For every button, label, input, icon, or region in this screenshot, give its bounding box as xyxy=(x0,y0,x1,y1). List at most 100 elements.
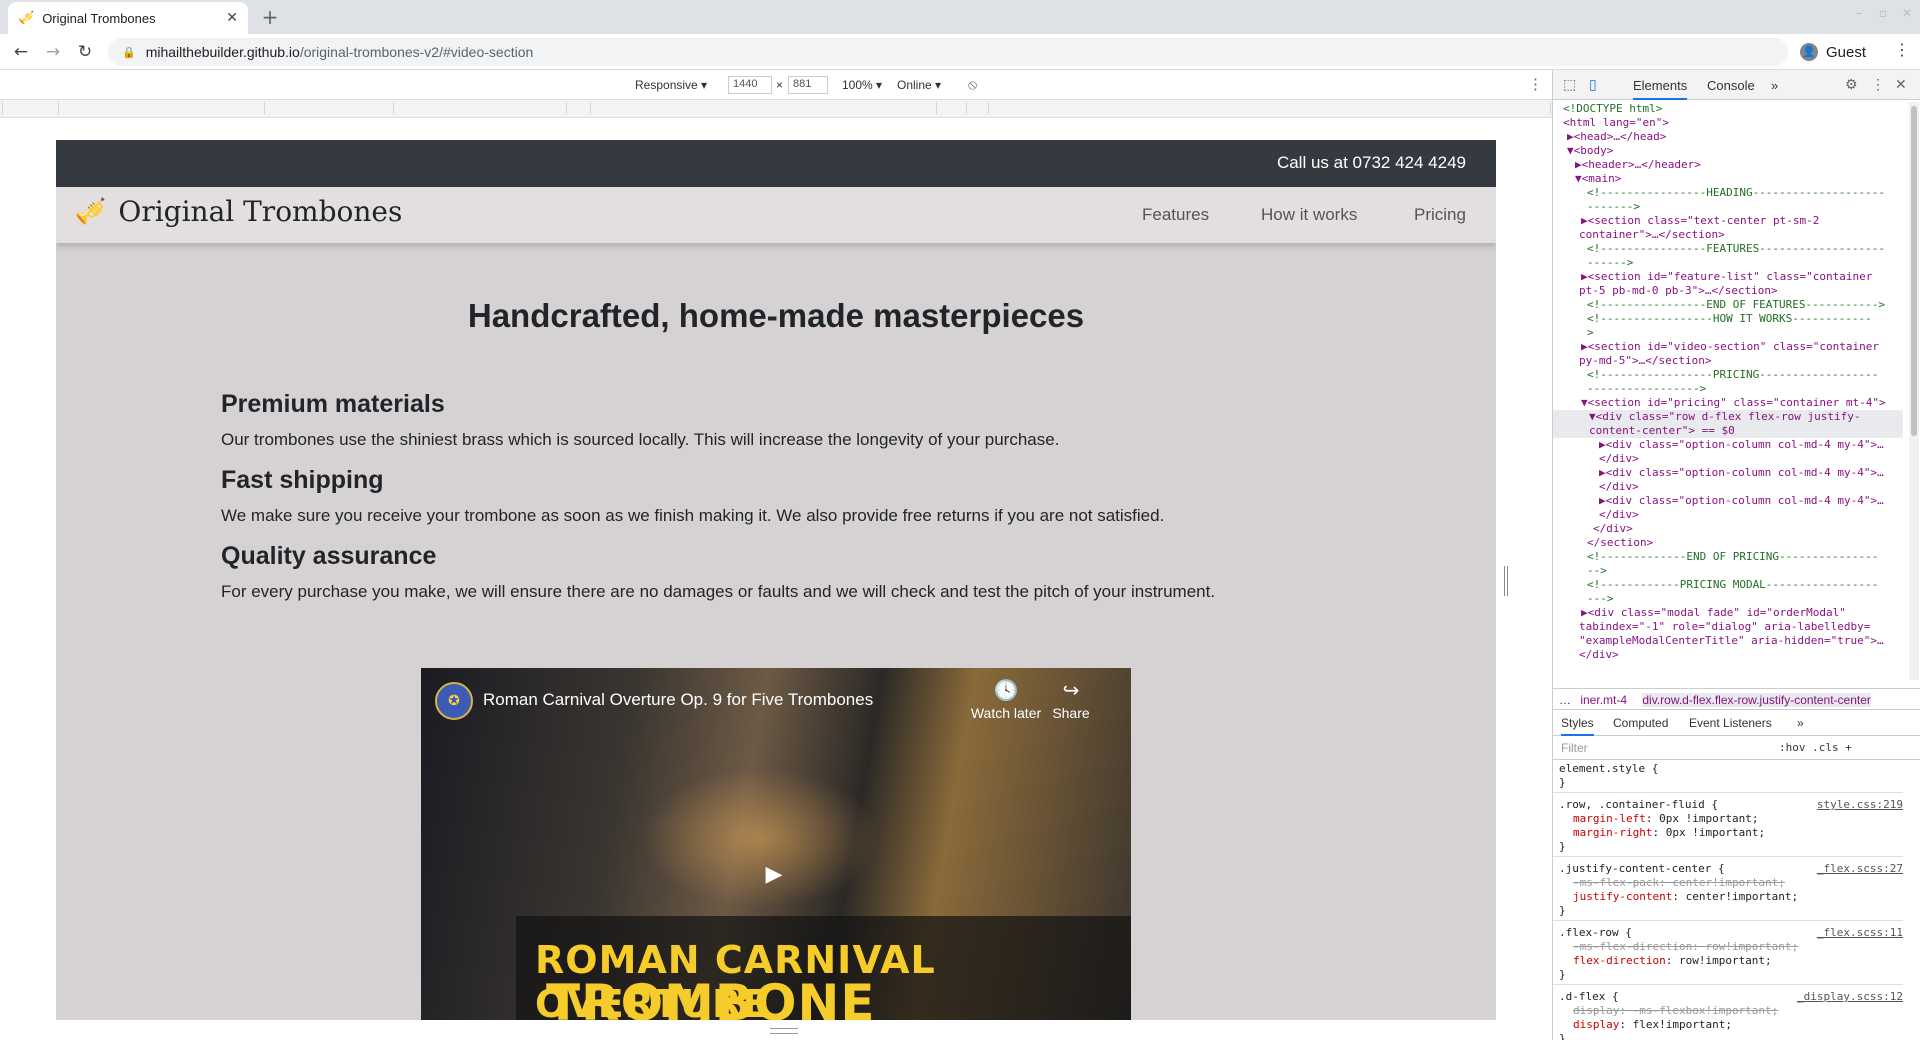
share-button[interactable]: ↪ Share xyxy=(1041,678,1101,721)
dom-node-line[interactable]: ▶<header>…</header> xyxy=(1575,158,1701,172)
dom-node-line[interactable]: </div> xyxy=(1593,522,1633,536)
maximize-icon[interactable]: ▫ xyxy=(1872,6,1894,20)
viewport-bottom-handle[interactable] xyxy=(770,1028,798,1034)
dom-node-line[interactable]: content-center"> == $0 xyxy=(1553,424,1903,438)
nav-link-pricing[interactable]: Pricing xyxy=(1414,205,1466,225)
dom-node-line[interactable]: ▼<body> xyxy=(1567,144,1613,158)
dom-comment-line[interactable]: -------> xyxy=(1587,200,1640,214)
dom-node-line[interactable]: ▶<div class="option-column col-md-4 my-4… xyxy=(1599,438,1884,452)
forward-icon[interactable]: → xyxy=(40,40,66,64)
style-declaration[interactable]: justify-content: center!important; xyxy=(1573,890,1798,904)
style-rule-selector[interactable]: .d-flex { xyxy=(1559,990,1619,1004)
rotate-icon[interactable]: ⦸ xyxy=(968,76,977,93)
style-rule-source-link[interactable]: style.css:219 xyxy=(1817,798,1903,812)
video-title[interactable]: Roman Carnival Overture Op. 9 for Five T… xyxy=(483,690,873,710)
dom-tree[interactable]: <!DOCTYPE html> <html lang="en"> ▶<head>…<… xyxy=(1553,100,1909,680)
dom-node-line[interactable]: <html lang="en"> xyxy=(1563,116,1669,130)
profile-button[interactable]: 👤 Guest xyxy=(1800,38,1866,66)
dom-node-line[interactable]: </div> xyxy=(1579,648,1619,662)
more-tabs-icon[interactable]: » xyxy=(1771,78,1778,93)
device-mode-select[interactable]: Responsive ▾ xyxy=(635,78,707,92)
video-embed[interactable]: ✪ Roman Carnival Overture Op. 9 for Five… xyxy=(421,668,1131,1020)
dom-node-line[interactable]: ▼<div class="row d-flex flex-row justify… xyxy=(1553,410,1903,424)
style-rules[interactable]: element.style {} .row, .container-fluid {… xyxy=(1553,760,1909,1040)
devtools-menu-icon[interactable]: ⋮ xyxy=(1871,76,1885,93)
dom-node-line[interactable]: </div> xyxy=(1599,480,1639,494)
dom-comment-line[interactable]: <!------------PRICING MODAL-------------… xyxy=(1587,578,1878,592)
breadcrumb-more[interactable]: … xyxy=(1559,693,1571,707)
style-rule-source-link[interactable]: _display.scss:12 xyxy=(1797,990,1903,1004)
style-rule-selector[interactable]: .row, .container-fluid { xyxy=(1559,798,1718,812)
play-icon[interactable]: ▶ xyxy=(751,858,797,892)
dom-node-line[interactable]: ▶<div class="option-column col-md-4 my-4… xyxy=(1599,494,1884,508)
tab-console[interactable]: Console xyxy=(1707,78,1755,93)
settings-gear-icon[interactable]: ⚙ xyxy=(1845,76,1858,93)
device-more-icon[interactable]: ⋮ xyxy=(1528,75,1543,93)
dom-node-line[interactable]: ▶<head>…</head> xyxy=(1567,130,1666,144)
back-icon[interactable]: ← xyxy=(8,40,34,64)
style-declaration[interactable]: margin-right: 0px !important; xyxy=(1573,826,1765,840)
dom-node-line[interactable]: pt-5 pb-md-0 pb-3">…</section> xyxy=(1579,284,1778,298)
channel-avatar-icon[interactable]: ✪ xyxy=(435,682,473,720)
dom-node-line[interactable]: ▶<div class="modal fade" id="orderModal" xyxy=(1581,606,1846,620)
style-declaration[interactable]: margin-left: 0px !important; xyxy=(1573,812,1758,826)
browser-tab[interactable]: 🎺 Original Trombones ✕ xyxy=(8,2,248,34)
dom-comment-line[interactable]: <!----------------END OF FEATURES-------… xyxy=(1587,298,1885,312)
dom-node-line[interactable]: tabindex="-1" role="dialog" aria-labelle… xyxy=(1579,620,1870,634)
device-toggle-icon[interactable]: ▯ xyxy=(1589,76,1597,93)
dom-comment-line[interactable]: <!-----------------HOW IT WORKS---------… xyxy=(1587,312,1872,326)
dom-node-line[interactable]: container">…</section> xyxy=(1579,228,1725,242)
tab-styles[interactable]: Styles xyxy=(1561,716,1594,736)
dom-node-line[interactable]: ▶<section id="feature-list" class="conta… xyxy=(1581,270,1872,284)
dom-node-line[interactable]: ▼<main> xyxy=(1575,172,1621,186)
breadcrumb-item[interactable]: iner.mt-4 xyxy=(1580,693,1627,707)
dom-node-line[interactable]: ▶<section id="video-section" class="cont… xyxy=(1581,340,1879,354)
viewport-height-input[interactable]: 881 xyxy=(788,76,828,94)
dom-comment-line[interactable]: > xyxy=(1587,326,1594,340)
dom-node-line[interactable]: </div> xyxy=(1599,508,1639,522)
dom-comment-line[interactable]: <!-------------END OF PRICING-----------… xyxy=(1587,550,1878,564)
reload-icon[interactable]: ↻ xyxy=(72,40,98,64)
close-window-icon[interactable]: ✕ xyxy=(1896,6,1918,20)
browser-menu-icon[interactable]: ⋮ xyxy=(1894,40,1910,59)
style-declaration[interactable]: display: flex!important; xyxy=(1573,1018,1732,1032)
tab-elements[interactable]: Elements xyxy=(1633,78,1688,100)
viewport-resize-handle[interactable] xyxy=(1504,566,1508,596)
dom-comment-line[interactable]: <!----------------HEADING---------------… xyxy=(1587,186,1885,200)
close-devtools-icon[interactable]: ✕ xyxy=(1895,76,1907,93)
dom-node-line[interactable]: </div> xyxy=(1599,452,1639,466)
style-rule-selector[interactable]: element.style { xyxy=(1559,762,1658,776)
breadcrumb-item-selected[interactable]: div.row.d-flex.flex-row.justify-content-… xyxy=(1642,693,1871,707)
dom-node-line[interactable]: ▶<div class="option-column col-md-4 my-4… xyxy=(1599,466,1884,480)
dom-node-line[interactable]: py-md-5">…</section> xyxy=(1579,354,1711,368)
minimize-icon[interactable]: – xyxy=(1848,6,1870,20)
style-rule-selector[interactable]: .justify-content-center { xyxy=(1559,862,1725,876)
dom-comment-line[interactable]: <!-----------------PRICING--------------… xyxy=(1587,368,1878,382)
viewport-width-input[interactable]: 1440 xyxy=(728,76,772,94)
dom-node-line[interactable]: ▶<section class="text-center pt-sm-2 xyxy=(1581,214,1819,228)
watch-later-button[interactable]: 🕓 Watch later xyxy=(966,678,1046,721)
network-throttle-select[interactable]: Online ▾ xyxy=(897,78,941,92)
dom-scrollbar[interactable] xyxy=(1909,102,1919,680)
nav-link-features[interactable]: Features xyxy=(1142,205,1209,225)
site-logo[interactable]: 🎺 Original Trombones xyxy=(74,195,402,228)
more-style-tabs-icon[interactable]: » xyxy=(1797,716,1804,730)
dom-node-line[interactable]: </section> xyxy=(1587,536,1653,550)
media-query-ruler[interactable] xyxy=(0,100,1552,118)
style-rule-source-link[interactable]: _flex.scss:27 xyxy=(1817,862,1903,876)
dom-node-line[interactable]: "exampleModalCenterTitle" aria-hidden="t… xyxy=(1579,634,1884,648)
tab-event-listeners[interactable]: Event Listeners xyxy=(1689,716,1772,730)
style-declaration[interactable]: display: -ms-flexbox!important; xyxy=(1573,1004,1778,1018)
dom-node-line[interactable]: ▼<section id="pricing" class="container … xyxy=(1581,396,1886,410)
style-declaration[interactable]: -ms-flex-pack: center!important; xyxy=(1573,876,1785,890)
dom-comment-line[interactable]: <!----------------FEATURES--------------… xyxy=(1587,242,1885,256)
address-bar[interactable]: 🔒 mihailthebuilder.github.io/original-tr… xyxy=(108,38,1788,66)
styles-filter-input[interactable]: Filter xyxy=(1561,741,1588,755)
style-rule-selector[interactable]: .flex-row { xyxy=(1559,926,1632,940)
zoom-select[interactable]: 100% ▾ xyxy=(842,78,882,92)
style-rule-source-link[interactable]: _flex.scss:11 xyxy=(1817,926,1903,940)
style-declaration[interactable]: -ms-flex-direction: row!important; xyxy=(1573,940,1798,954)
dom-breadcrumb[interactable]: … iner.mt-4 div.row.d-flex.flex-row.just… xyxy=(1553,688,1920,710)
hov-cls-toggles[interactable]: :hov .cls + xyxy=(1779,741,1852,754)
dom-comment-line[interactable]: ---> xyxy=(1587,592,1614,606)
